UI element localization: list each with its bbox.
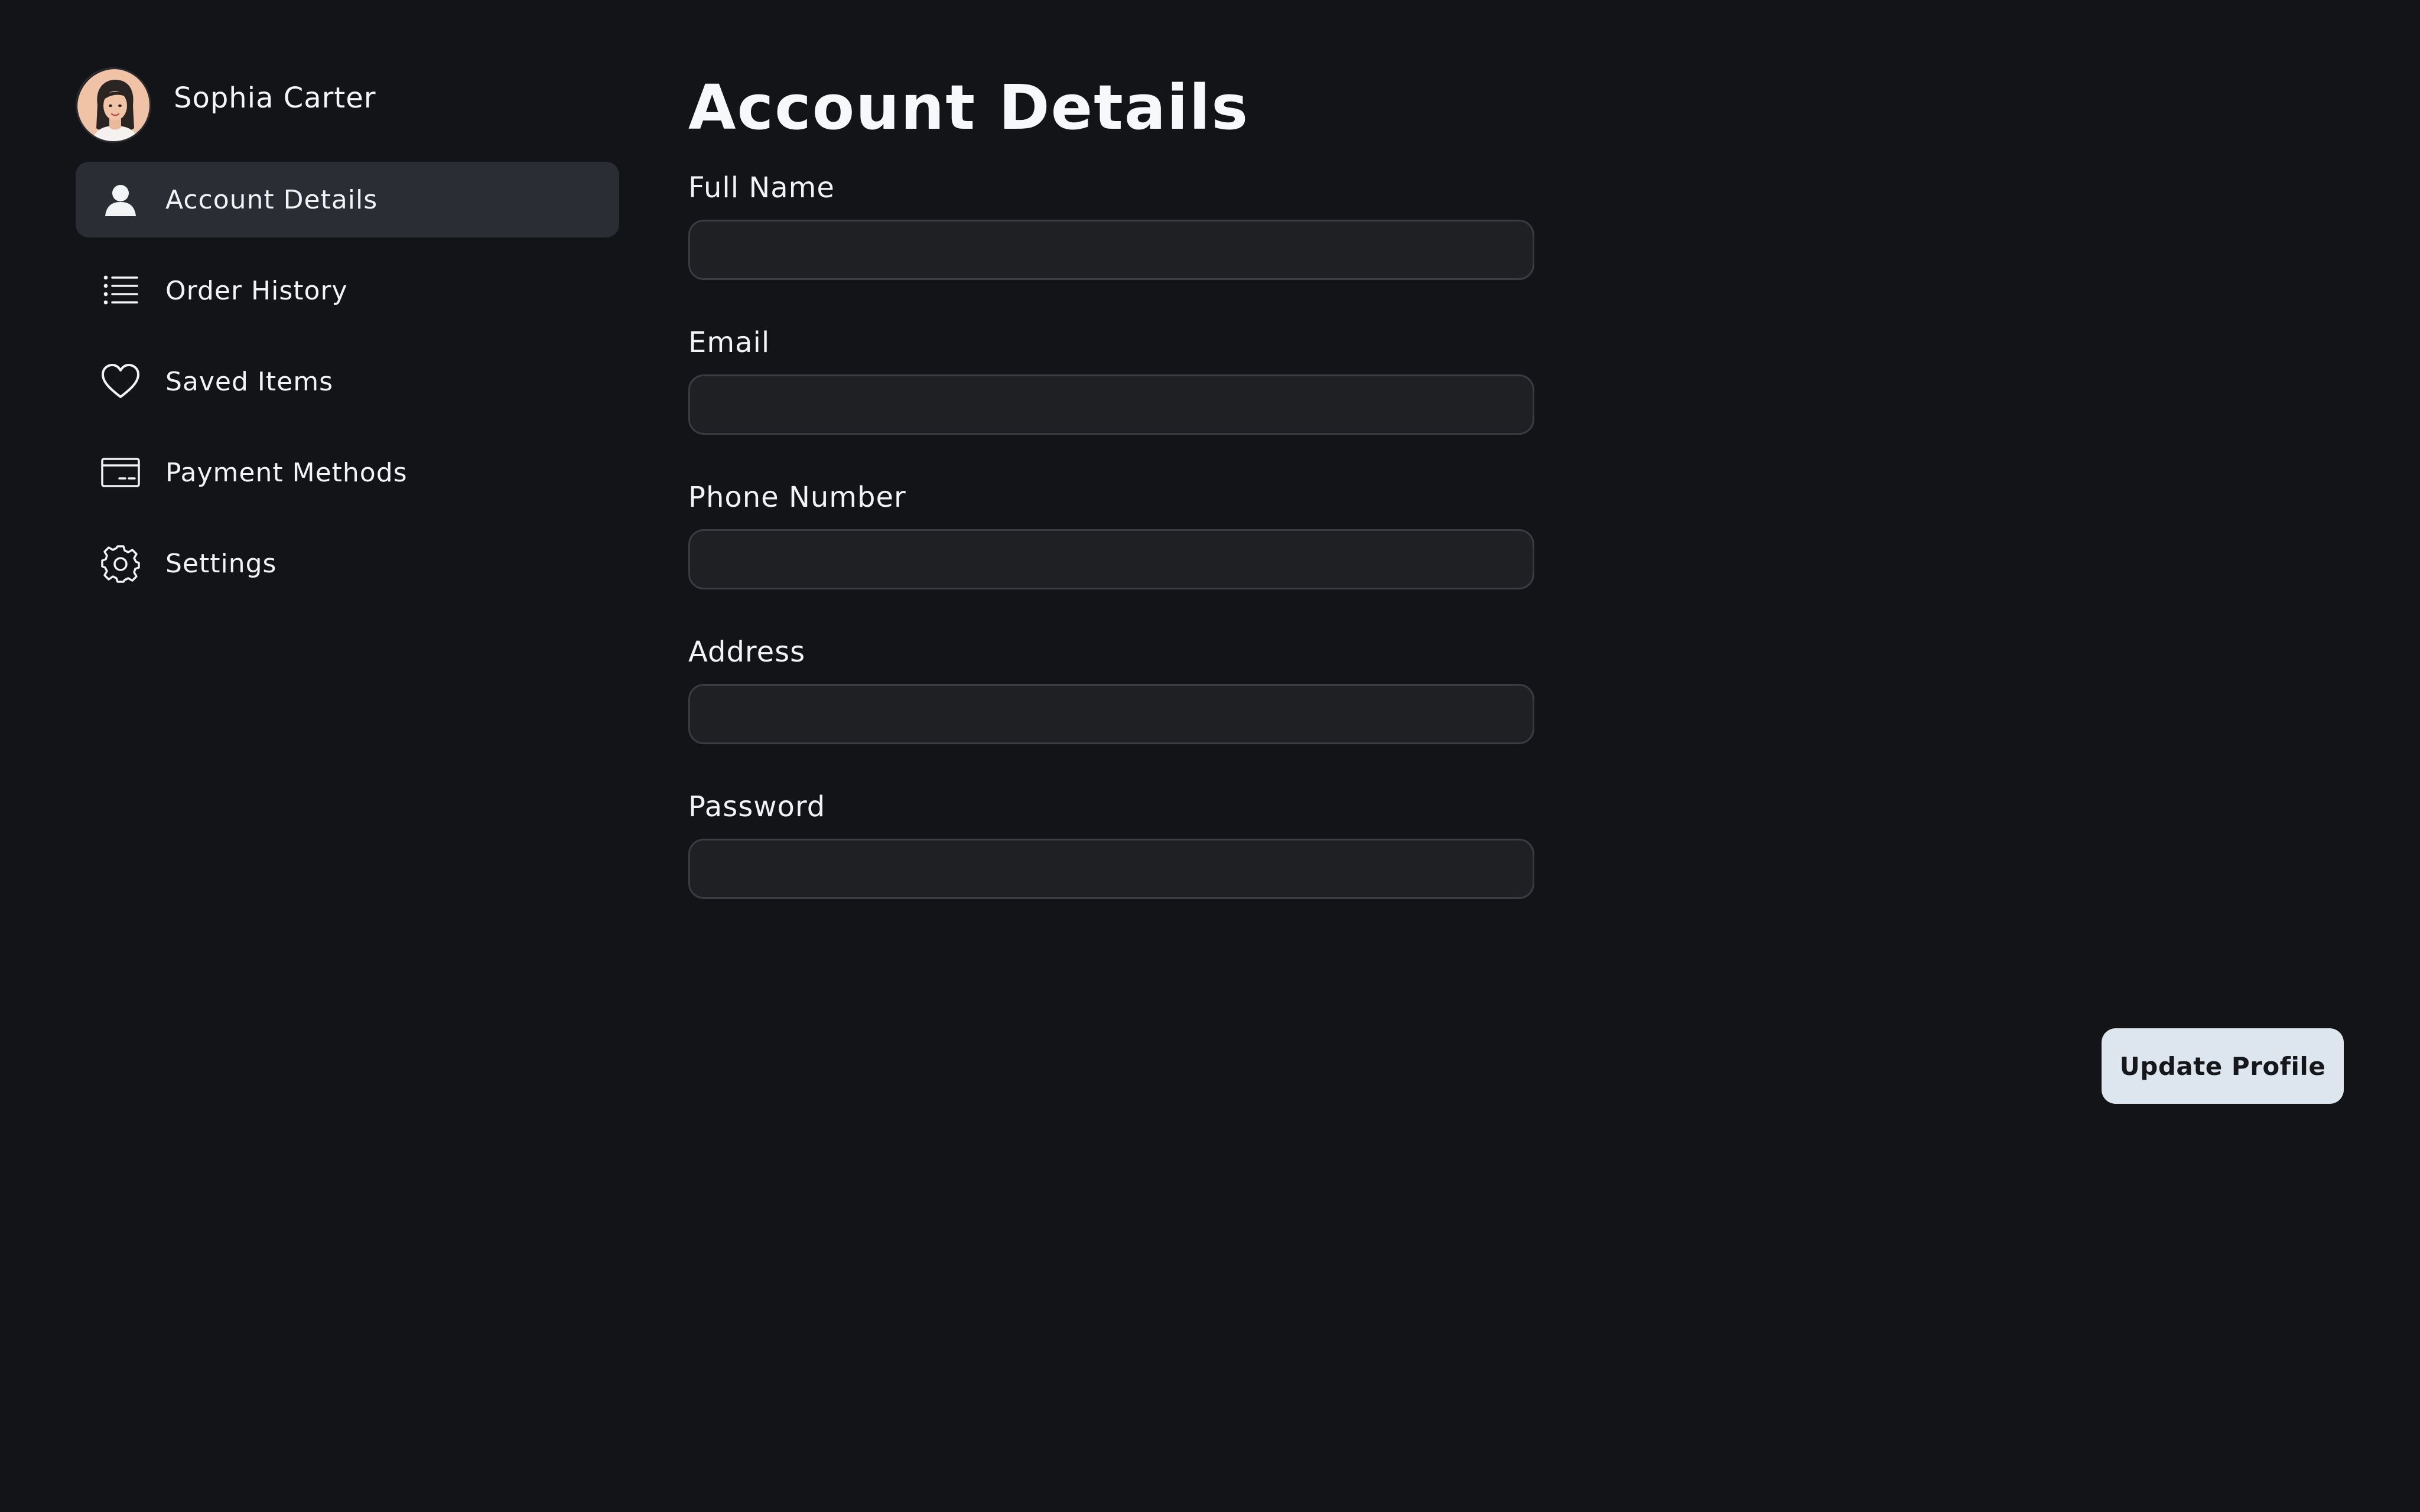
password-field: Password bbox=[688, 788, 1539, 899]
phone-number-input[interactable] bbox=[688, 529, 1534, 589]
sidebar-item-settings[interactable]: Settings bbox=[76, 526, 619, 601]
password-input[interactable] bbox=[688, 839, 1534, 899]
user-avatar-portrait-icon bbox=[77, 69, 149, 141]
page-title: Account Details bbox=[688, 71, 1250, 144]
update-profile-button[interactable]: Update Profile bbox=[2102, 1028, 2344, 1104]
email-field: Email bbox=[688, 324, 1539, 435]
app-root: Sophia Carter Account Details Order Hist… bbox=[0, 0, 2420, 1512]
list-icon bbox=[100, 271, 141, 311]
full-name-input[interactable] bbox=[688, 220, 1534, 280]
credit-card-icon bbox=[100, 452, 141, 493]
user-icon bbox=[100, 180, 141, 220]
password-label: Password bbox=[688, 790, 826, 823]
address-field: Address bbox=[688, 633, 1539, 744]
address-input[interactable] bbox=[688, 684, 1534, 744]
address-label: Address bbox=[688, 636, 806, 669]
user-name: Sophia Carter bbox=[174, 82, 376, 115]
full-name-field: Full Name bbox=[688, 169, 1539, 280]
avatar[interactable] bbox=[76, 67, 151, 143]
sidebar: Sophia Carter Account Details Order Hist… bbox=[76, 66, 619, 617]
sidebar-nav: Account Details Order History Saved Item… bbox=[76, 162, 619, 601]
full-name-label: Full Name bbox=[688, 171, 835, 204]
sidebar-item-label: Settings bbox=[165, 548, 277, 579]
phone-number-field: Phone Number bbox=[688, 478, 1539, 589]
sidebar-item-label: Payment Methods bbox=[165, 457, 408, 488]
email-label: Email bbox=[688, 326, 770, 359]
sidebar-item-label: Account Details bbox=[165, 184, 378, 215]
gear-icon bbox=[100, 543, 141, 584]
sidebar-item-order-history[interactable]: Order History bbox=[76, 253, 619, 328]
sidebar-item-payment-methods[interactable]: Payment Methods bbox=[76, 435, 619, 510]
email-input[interactable] bbox=[688, 374, 1534, 435]
user-profile: Sophia Carter bbox=[76, 66, 619, 144]
sidebar-item-label: Saved Items bbox=[165, 366, 334, 397]
phone-number-label: Phone Number bbox=[688, 481, 906, 514]
sidebar-item-saved-items[interactable]: Saved Items bbox=[76, 344, 619, 419]
account-details-panel: Account Details Full Name Email Phone Nu… bbox=[688, 66, 1539, 899]
sidebar-item-label: Order History bbox=[165, 275, 348, 306]
heart-icon bbox=[100, 361, 141, 402]
sidebar-item-account-details[interactable]: Account Details bbox=[76, 162, 619, 237]
